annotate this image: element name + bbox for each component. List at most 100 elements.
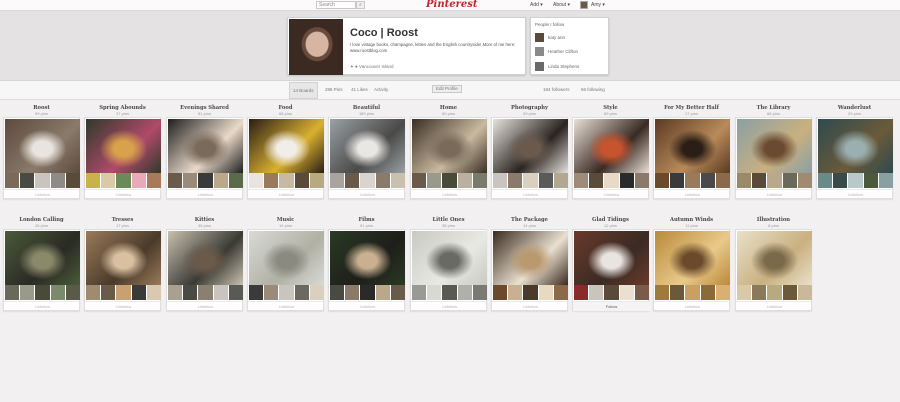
board-mini-thumbnail[interactable]	[700, 173, 716, 188]
board-thumbnail-frame[interactable]: Unfollow	[735, 117, 813, 199]
board-card[interactable]: Photography 29 pins Unfollow	[491, 105, 569, 199]
user-avatar[interactable]	[580, 1, 588, 9]
board-mini-thumbnail[interactable]	[863, 173, 879, 188]
board-mini-thumbnail[interactable]	[427, 173, 443, 188]
tab-boards[interactable]: 14 Boards	[289, 82, 318, 99]
board-cover-image[interactable]	[5, 119, 80, 173]
board-thumbnail-frame[interactable]: Unfollow	[735, 229, 813, 311]
search-button[interactable]: ⌕	[356, 1, 365, 9]
board-mini-thumbnail[interactable]	[345, 285, 361, 300]
unfollow-button[interactable]: Unfollow	[248, 189, 325, 199]
twitter-icon[interactable]: ✦	[350, 64, 354, 69]
board-mini-thumbnail[interactable]	[574, 285, 590, 300]
board-mini-thumbnail[interactable]	[655, 285, 671, 300]
board-thumbnail-frame[interactable]: Unfollow	[247, 117, 325, 199]
board-card[interactable]: Evenings Shared 51 pins Unfollow	[166, 105, 244, 199]
board-mini-thumbnail[interactable]	[767, 173, 783, 188]
board-thumbnail-frame[interactable]: Unfollow	[328, 229, 406, 311]
board-cover-image[interactable]	[168, 119, 243, 173]
board-mini-thumbnail[interactable]	[20, 285, 36, 300]
board-mini-thumbnail[interactable]	[737, 285, 753, 300]
board-thumbnail-frame[interactable]: Unfollow	[3, 229, 81, 311]
board-mini-thumbnail[interactable]	[65, 173, 81, 188]
board-mini-thumbnail[interactable]	[655, 173, 671, 188]
board-card[interactable]: Wanderlust 29 pins Unfollow	[816, 105, 894, 199]
board-thumbnail-frame[interactable]: Unfollow	[84, 117, 162, 199]
board-thumbnail-frame[interactable]: Unfollow	[653, 117, 731, 199]
unfollow-button[interactable]: Unfollow	[4, 301, 81, 311]
board-mini-thumbnail[interactable]	[279, 173, 295, 188]
board-cover-image[interactable]	[249, 231, 324, 285]
board-cover-image[interactable]	[412, 119, 487, 173]
board-mini-thumbnail[interactable]	[249, 285, 265, 300]
board-mini-thumbnail[interactable]	[131, 285, 147, 300]
board-card[interactable]: Autumn Winds 11 pins Unfollow	[653, 217, 731, 311]
unfollow-button[interactable]: Unfollow	[492, 189, 569, 199]
tab-likes[interactable]: 41 Likes	[348, 86, 371, 93]
board-mini-thumbnail[interactable]	[86, 285, 102, 300]
board-card[interactable]: Glad Tidings 12 pins Follow	[572, 217, 650, 311]
board-mini-thumbnail[interactable]	[752, 173, 768, 188]
board-mini-thumbnail[interactable]	[523, 173, 539, 188]
board-mini-thumbnail[interactable]	[782, 285, 798, 300]
board-card[interactable]: Films 51 pins Unfollow	[328, 217, 406, 311]
board-mini-thumbnail[interactable]	[375, 285, 391, 300]
board-cover-image[interactable]	[493, 231, 568, 285]
board-card[interactable]: London Calling 26 pins Unfollow	[3, 217, 81, 311]
search-input[interactable]: Search	[316, 1, 356, 9]
board-mini-thumbnail[interactable]	[619, 173, 635, 188]
board-mini-thumbnail[interactable]	[183, 285, 199, 300]
board-mini-thumbnail[interactable]	[345, 173, 361, 188]
board-card[interactable]: The Package 14 pins Unfollow	[491, 217, 569, 311]
board-mini-thumbnail[interactable]	[35, 173, 51, 188]
board-mini-thumbnail[interactable]	[878, 173, 894, 188]
user-menu[interactable]: Amy ▾	[591, 2, 605, 8]
board-mini-thumbnail[interactable]	[146, 285, 162, 300]
board-thumbnail-frame[interactable]: Unfollow	[328, 117, 406, 199]
board-mini-thumbnail[interactable]	[818, 173, 834, 188]
unfollow-button[interactable]: Unfollow	[167, 189, 244, 199]
board-cover-image[interactable]	[737, 231, 812, 285]
board-thumbnail-frame[interactable]: Unfollow	[3, 117, 81, 199]
board-card[interactable]: Music 19 pins Unfollow	[247, 217, 325, 311]
board-mini-thumbnail[interactable]	[797, 285, 813, 300]
unfollow-button[interactable]: Unfollow	[817, 189, 894, 199]
board-mini-thumbnail[interactable]	[279, 285, 295, 300]
board-mini-thumbnail[interactable]	[412, 173, 428, 188]
board-cover-image[interactable]	[737, 119, 812, 173]
board-cover-image[interactable]	[86, 119, 161, 173]
board-mini-thumbnail[interactable]	[589, 285, 605, 300]
board-cover-image[interactable]	[249, 119, 324, 173]
board-mini-thumbnail[interactable]	[183, 173, 199, 188]
board-mini-thumbnail[interactable]	[574, 173, 590, 188]
board-mini-thumbnail[interactable]	[670, 285, 686, 300]
board-cover-image[interactable]	[168, 231, 243, 285]
board-mini-thumbnail[interactable]	[309, 285, 325, 300]
tab-activity[interactable]: Activity	[371, 86, 391, 93]
board-thumbnail-frame[interactable]: Unfollow	[410, 229, 488, 311]
board-card[interactable]: Illustration 8 pins Unfollow	[735, 217, 813, 311]
board-mini-thumbnail[interactable]	[309, 173, 325, 188]
unfollow-button[interactable]: Unfollow	[329, 189, 406, 199]
board-thumbnail-frame[interactable]: Unfollow	[166, 117, 244, 199]
board-mini-thumbnail[interactable]	[737, 173, 753, 188]
board-thumbnail-frame[interactable]: Unfollow	[410, 117, 488, 199]
followers-link[interactable]: 184 followers	[540, 86, 573, 93]
board-mini-thumbnail[interactable]	[457, 173, 473, 188]
board-mini-thumbnail[interactable]	[619, 285, 635, 300]
unfollow-button[interactable]: Unfollow	[167, 301, 244, 311]
board-mini-thumbnail[interactable]	[116, 285, 132, 300]
board-mini-thumbnail[interactable]	[360, 173, 376, 188]
board-mini-thumbnail[interactable]	[670, 173, 686, 188]
board-mini-thumbnail[interactable]	[589, 173, 605, 188]
board-cover-image[interactable]	[818, 119, 893, 173]
board-cover-image[interactable]	[86, 231, 161, 285]
board-mini-thumbnail[interactable]	[228, 173, 244, 188]
board-mini-thumbnail[interactable]	[457, 285, 473, 300]
board-cover-image[interactable]	[574, 231, 649, 285]
unfollow-button[interactable]: Unfollow	[248, 301, 325, 311]
board-mini-thumbnail[interactable]	[50, 173, 66, 188]
add-menu[interactable]: Add ▾	[530, 2, 543, 8]
board-mini-thumbnail[interactable]	[198, 173, 214, 188]
board-mini-thumbnail[interactable]	[86, 173, 102, 188]
